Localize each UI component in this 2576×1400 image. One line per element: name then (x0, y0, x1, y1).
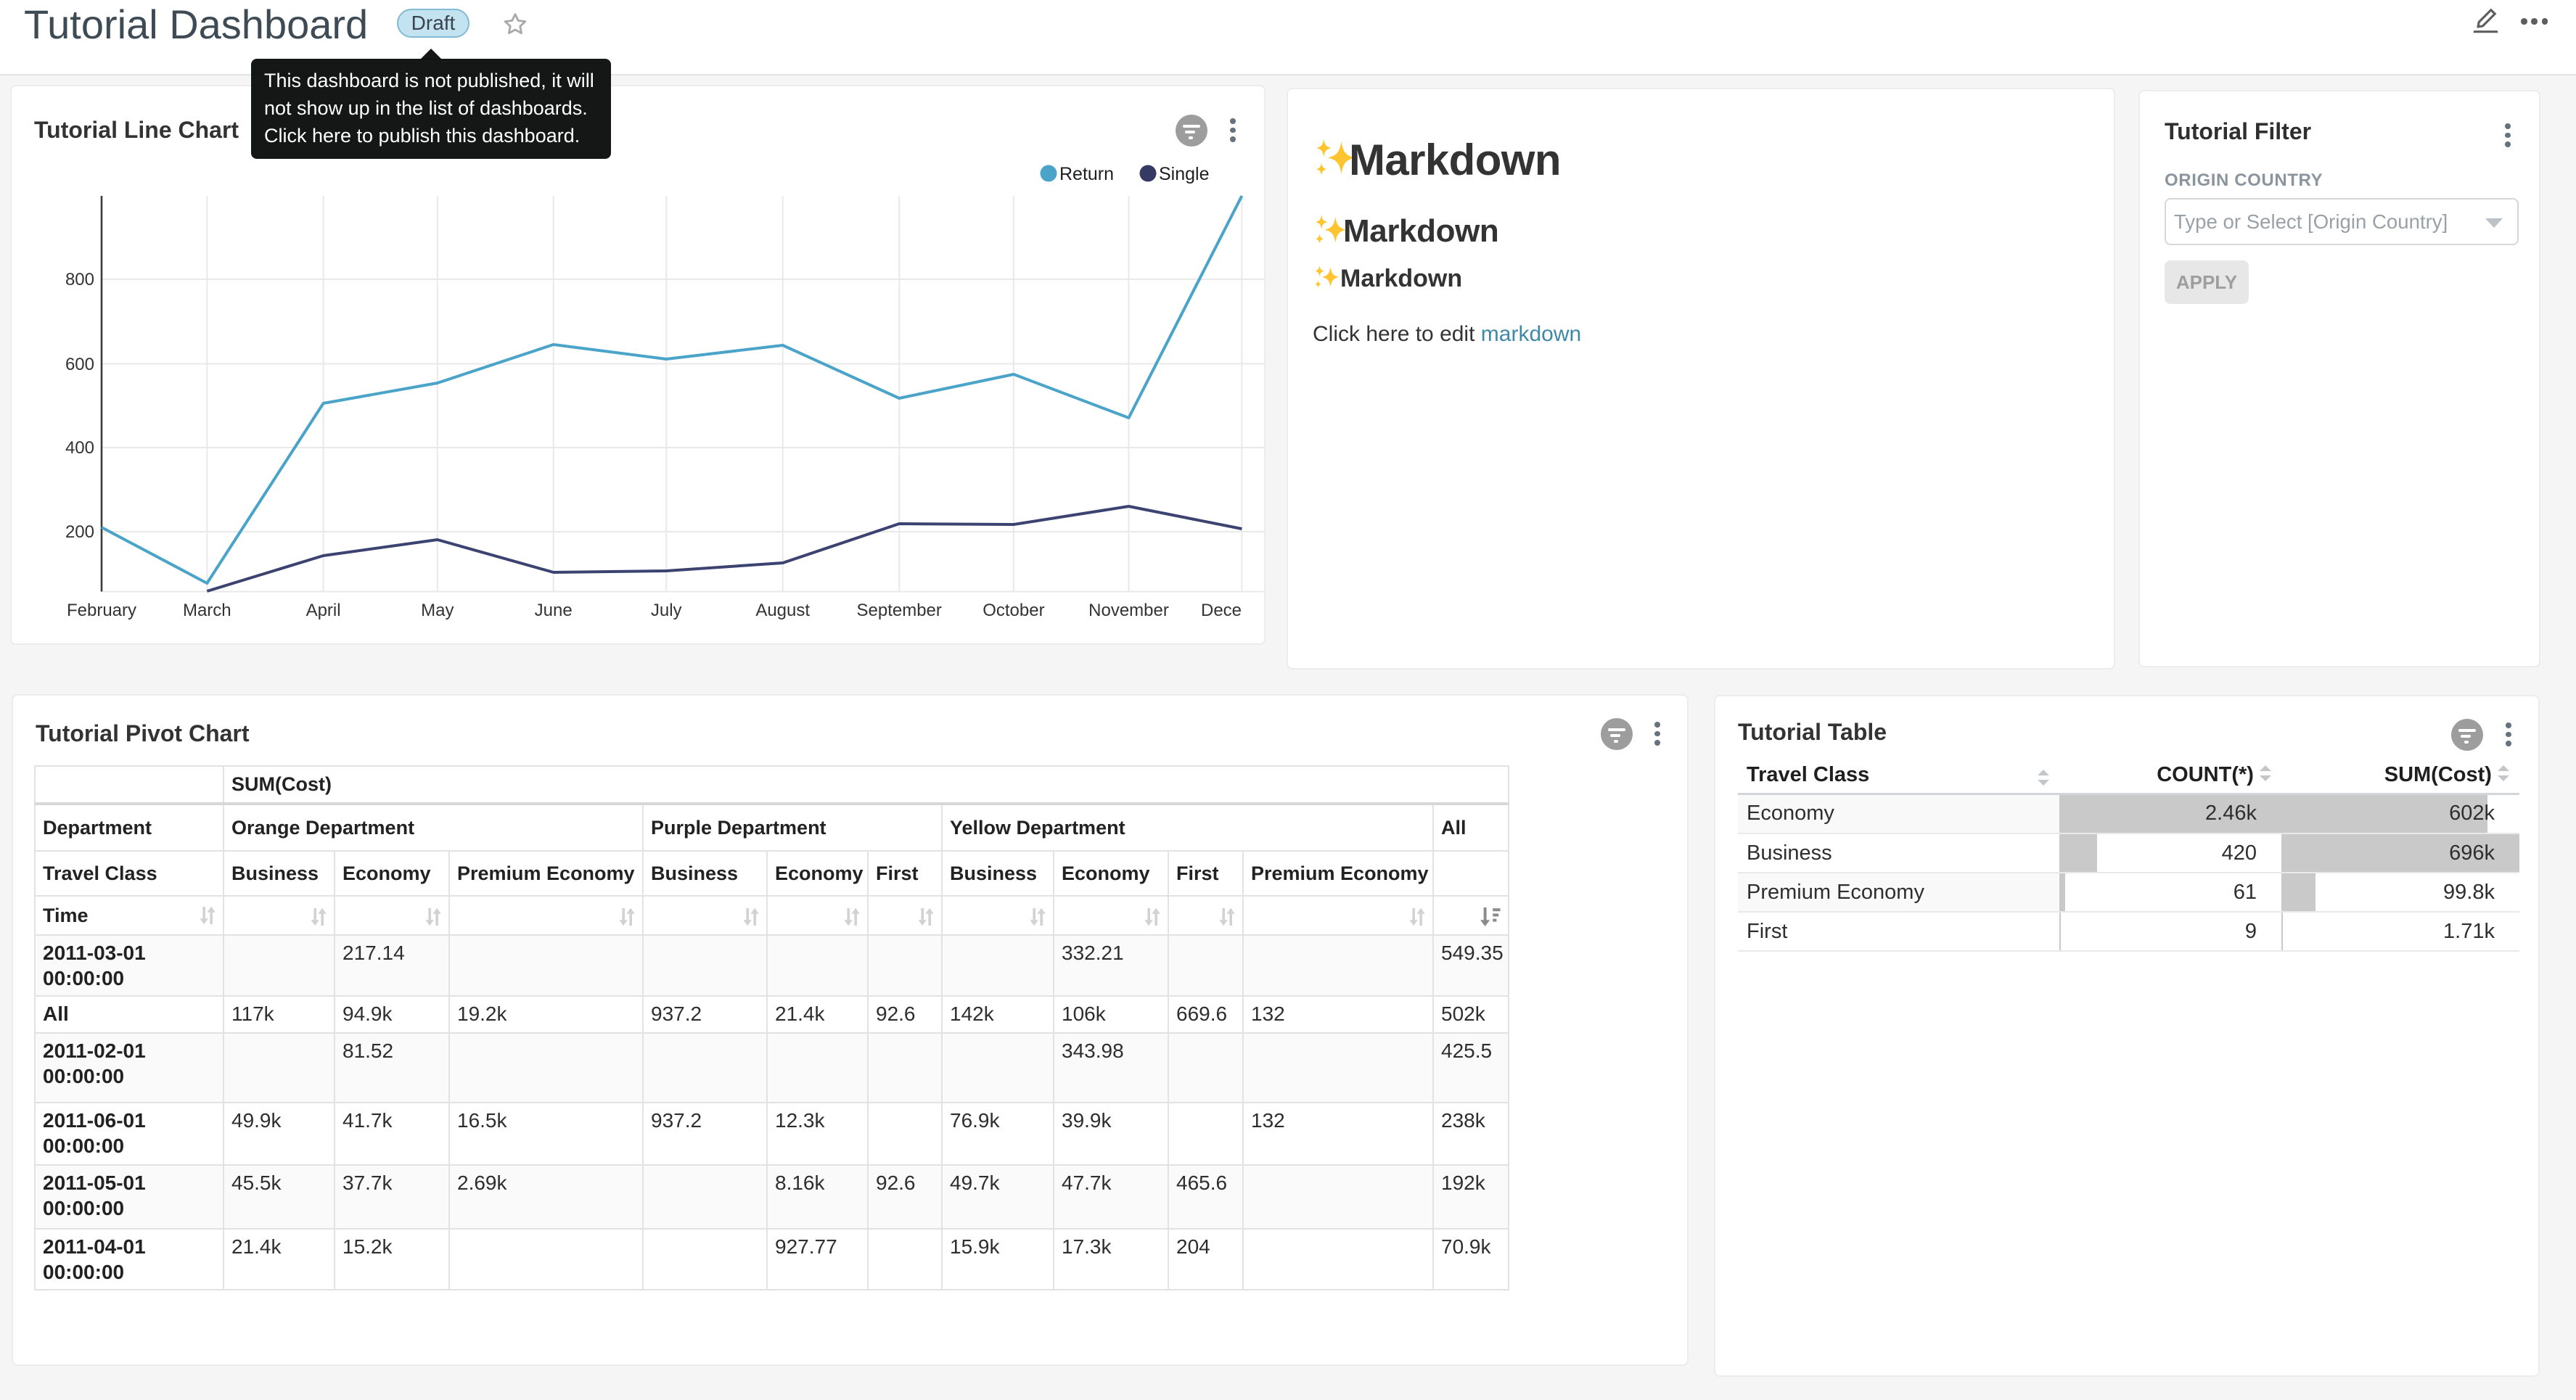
svg-text:Return: Return (1059, 164, 1114, 184)
svg-text:November: November (1088, 601, 1169, 620)
svg-text:May: May (421, 601, 454, 620)
svg-text:June: June (535, 601, 573, 620)
svg-text:800: 800 (65, 270, 94, 289)
svg-text:February: February (67, 601, 136, 620)
svg-text:October: October (983, 601, 1044, 620)
svg-text:200: 200 (65, 522, 94, 542)
svg-text:400: 400 (65, 438, 94, 458)
svg-text:September: September (856, 601, 941, 620)
svg-text:April: April (306, 601, 341, 620)
svg-text:March: March (183, 601, 231, 620)
svg-text:Single: Single (1159, 164, 1210, 184)
svg-text:600: 600 (65, 355, 94, 374)
svg-text:Dece: Dece (1201, 601, 1242, 620)
svg-text:July: July (651, 601, 682, 620)
svg-text:August: August (755, 601, 810, 620)
